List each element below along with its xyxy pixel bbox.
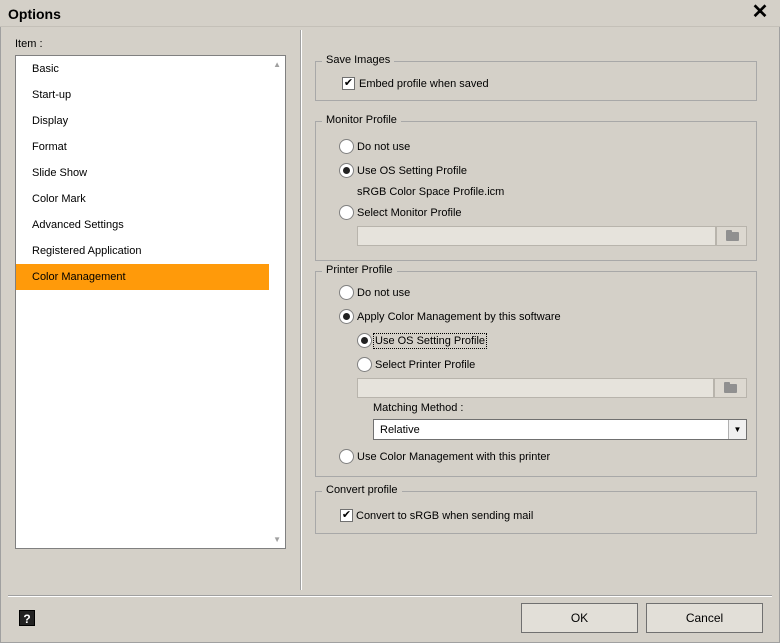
ok-button[interactable]: OK — [521, 603, 638, 633]
sidebar-item-basic[interactable]: Basic — [16, 56, 269, 82]
scroll-down-icon[interactable]: ▼ — [273, 535, 281, 544]
help-icon[interactable]: ? — [19, 610, 35, 626]
matching-method-label: Matching Method : — [373, 402, 464, 414]
item-list[interactable]: ▲ Basic Start-up Display Format Slide Sh… — [15, 55, 286, 549]
matching-method-value: Relative — [380, 424, 420, 436]
printer-profile-legend: Printer Profile — [322, 264, 397, 276]
use-printer-cm-radio[interactable] — [339, 449, 354, 464]
close-icon[interactable]: ✕ — [750, 2, 770, 24]
monitor-profile-legend: Monitor Profile — [322, 114, 401, 126]
monitor-browse-button — [716, 226, 747, 246]
apply-cm-label: Apply Color Management by this software — [357, 311, 561, 323]
monitor-use-os-label: Use OS Setting Profile — [357, 165, 468, 177]
sidebar-item-format[interactable]: Format — [16, 134, 269, 160]
sidebar-item-color-mark[interactable]: Color Mark — [16, 186, 269, 212]
printer-use-os-label: Use OS Setting Profile — [372, 333, 488, 349]
sidebar-item-registered-application[interactable]: Registered Application — [16, 238, 269, 264]
sidebar-item-color-management[interactable]: Color Management — [16, 264, 269, 290]
item-list-label: Item : — [15, 38, 43, 50]
window-title: Options — [8, 6, 61, 22]
embed-profile-label: Embed profile when saved — [359, 78, 489, 90]
monitor-use-os-radio[interactable] — [339, 163, 354, 178]
sidebar-item-display[interactable]: Display — [16, 108, 269, 134]
save-images-legend: Save Images — [322, 54, 395, 66]
convert-srgb-checkbox[interactable]: ✔ — [340, 509, 353, 522]
monitor-do-not-use-label: Do not use — [357, 141, 411, 153]
embed-profile-checkbox[interactable]: ✔ — [342, 77, 355, 90]
select-printer-profile-radio[interactable] — [357, 357, 372, 372]
printer-profile-group: Printer Profile — [315, 264, 757, 477]
printer-do-not-use-label: Do not use — [357, 287, 411, 299]
sidebar-item-start-up[interactable]: Start-up — [16, 82, 269, 108]
footer-divider — [8, 595, 772, 597]
matching-method-select[interactable]: Relative ▼ — [373, 419, 747, 440]
vertical-divider — [300, 30, 302, 590]
printer-do-not-use-radio[interactable] — [339, 285, 354, 300]
printer-browse-button — [714, 378, 747, 398]
title-bar: Options ✕ — [0, 0, 780, 27]
folder-icon — [724, 382, 737, 393]
scroll-up-icon[interactable]: ▲ — [273, 60, 281, 69]
printer-use-os-radio[interactable] — [357, 333, 372, 348]
monitor-os-profile-name: sRGB Color Space Profile.icm — [357, 186, 505, 198]
select-monitor-profile-label: Select Monitor Profile — [357, 207, 462, 219]
printer-profile-path-field — [357, 378, 714, 398]
select-monitor-profile-radio[interactable] — [339, 205, 354, 220]
monitor-profile-path-field — [357, 226, 716, 246]
chevron-down-icon[interactable]: ▼ — [728, 420, 746, 439]
monitor-do-not-use-radio[interactable] — [339, 139, 354, 154]
cancel-button[interactable]: Cancel — [646, 603, 763, 633]
use-printer-cm-label: Use Color Management with this printer — [357, 451, 551, 463]
select-printer-profile-label: Select Printer Profile — [375, 359, 476, 371]
convert-srgb-label: Convert to sRGB when sending mail — [356, 510, 534, 522]
apply-cm-radio[interactable] — [339, 309, 354, 324]
folder-icon — [726, 230, 739, 241]
sidebar-item-slide-show[interactable]: Slide Show — [16, 160, 269, 186]
sidebar-item-advanced-settings[interactable]: Advanced Settings — [16, 212, 269, 238]
convert-profile-legend: Convert profile — [322, 484, 402, 496]
